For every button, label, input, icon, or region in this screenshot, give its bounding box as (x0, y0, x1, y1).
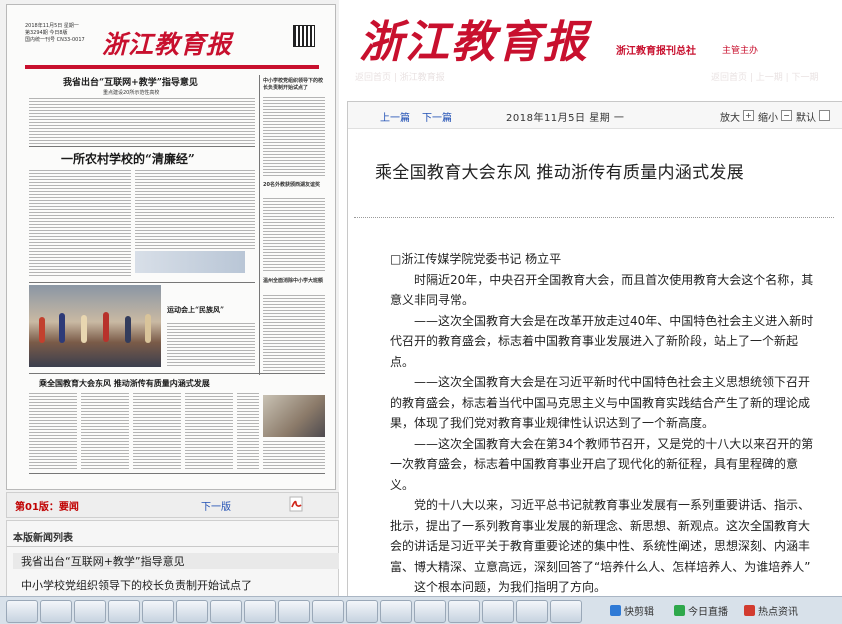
tray-label: 快剪辑 (624, 607, 654, 618)
column-rule (259, 75, 260, 375)
thumb-banner-image (135, 251, 245, 273)
taskbar-app-icon[interactable] (74, 600, 106, 623)
sponsor-label: 主管主办 (722, 46, 759, 56)
thumb-text-block (135, 170, 255, 250)
section-rule (29, 373, 325, 374)
issue-date: 2018年11月5日 星期 一 (506, 113, 625, 124)
nav-right-links[interactable]: 返回首页 | 上一期 | 下一期 (711, 70, 819, 83)
article-paragraph: 时隔近20年，中央召开全国教育大会，而且首次使用教育大会这个名称，其意义非同寻常… (390, 272, 814, 308)
newspaper-page-thumbnail[interactable]: 2018年11月5日 星期一 第3294期 今日8版 国内统一刊号 CN33-0… (6, 4, 336, 490)
publisher-name: 浙江教育报刊总社 (616, 46, 696, 57)
zoom-out-label[interactable]: 缩小 (758, 109, 778, 124)
article-toolbar: 上一篇 下一篇 2018年11月5日 星期 一 放大 + 缩小 − 默认 (348, 102, 842, 129)
thumb-text-block (29, 98, 255, 144)
taskbar-app-icon[interactable] (380, 600, 412, 623)
article-paragraph: ——这次全国教育大会在第34个教师节召开，又是党的十八大以来召开的第一次教育盛会… (390, 436, 814, 492)
windows-taskbar: 快剪辑 今日直播 热点资讯 (0, 596, 842, 624)
masthead-logo: 浙江教育报 (359, 17, 589, 68)
section-rule (29, 282, 255, 283)
article-paragraph: 这个根本问题，为我们指明了方向。 (414, 580, 607, 594)
article-paragraph: 党的十八大以来，习近平总书记就教育事业发展有一系列重要讲话、指示、批示，提出了一… (390, 498, 811, 574)
tray-label: 今日直播 (688, 607, 728, 618)
title-divider (354, 217, 834, 218)
thumb-text-block (185, 393, 233, 469)
page-news-list: 本版新闻列表 我省出台“互联网+教学”指导意见 中小学校党组织领导下的校长负责制… (6, 520, 339, 596)
thumb-text-block (237, 393, 259, 469)
zoom-reset-icon[interactable] (819, 110, 830, 121)
taskbar-app-icon[interactable] (108, 600, 140, 623)
taskbar-app-icon[interactable] (448, 600, 480, 623)
article-body: □浙江传媒学院党委书记 杨立平 时隔近20年，中央召开全国教育大会，而且首次使用… (390, 249, 816, 596)
prev-article-link[interactable]: 上一篇 (380, 109, 410, 124)
next-page-link[interactable]: 下一版 (201, 498, 231, 513)
taskbar-app-icon[interactable] (142, 600, 174, 623)
thumb-headline-bottom[interactable]: 乘全国教育大会东风 推动浙传有质量内涵式发展 (39, 378, 210, 389)
thumb-headline-rural[interactable]: 一所农村学校的“清廉经” (61, 150, 195, 167)
zoom-in-label[interactable]: 放大 (720, 109, 740, 124)
news-list-item[interactable]: 我省出台“互联网+教学”指导意见 (13, 553, 339, 569)
thumb-headline-side3[interactable]: 温州全面消除中小学大班额 (263, 277, 323, 284)
thumb-meta: 2018年11月5日 星期一 第3294期 今日8版 国内统一刊号 CN33-0… (25, 23, 85, 43)
thumb-headline-lead[interactable]: 我省出台“互联网+教学”指导意见 (63, 75, 198, 88)
nav-left-links[interactable]: 返回首页 | 浙江教育报 (355, 70, 445, 83)
zoom-reset-label[interactable]: 默认 (796, 109, 816, 124)
page-navigator: 第01版：要闻 下一版 (6, 492, 339, 518)
taskbar-app-icon[interactable] (346, 600, 378, 623)
section-rule (29, 146, 255, 147)
qr-code-icon (293, 25, 315, 47)
thumb-text-block (263, 97, 325, 177)
tray-label: 热点资讯 (758, 607, 798, 618)
thumb-text-block (133, 393, 181, 469)
taskbar-app-icon[interactable] (210, 600, 242, 623)
thumb-subhead-lead: 重点建设20所示范性高校 (103, 90, 160, 96)
taskbar-app-icon[interactable] (550, 600, 582, 623)
zoom-out-icon[interactable]: − (781, 110, 792, 121)
thumb-text-block (263, 198, 325, 273)
thumb-headline-sports[interactable]: 运动会上“民族风” (167, 305, 224, 315)
thumb-text-block (263, 295, 325, 371)
taskbar-app-icon[interactable] (278, 600, 310, 623)
top-nav-bar: 返回首页 | 浙江教育报 返回首页 | 上一期 | 下一期 (339, 66, 842, 86)
taskbar-app-icon[interactable] (482, 600, 514, 623)
news-icon (744, 605, 755, 616)
article-pane: 浙江教育报 浙江教育报刊总社 主管主办 返回首页 | 浙江教育报 返回首页 | … (339, 0, 842, 596)
divider (7, 546, 338, 547)
article-title: 乘全国教育大会东风 推动浙传有质量内涵式发展 (375, 163, 745, 183)
thumb-text-block (81, 393, 129, 469)
footer-rule (29, 473, 325, 474)
taskbar-app-icon[interactable] (6, 600, 38, 623)
taskbar-app-icon[interactable] (312, 600, 344, 623)
thumb-headline-side2[interactable]: 20名外教获颁西湖友谊奖 (263, 181, 323, 188)
thumb-text-block (263, 441, 325, 469)
thumb-headline-side1[interactable]: 中小学校党组织领导下的校长负责制开始试点了 (263, 77, 323, 91)
current-page-label: 第01版：要闻 (15, 502, 79, 513)
tray-hot-news[interactable]: 热点资讯 (744, 603, 798, 618)
pdf-icon[interactable] (289, 496, 304, 512)
news-list-item[interactable]: 中小学校党组织领导下的校长负责制开始试点了 (21, 577, 252, 593)
news-list-title: 本版新闻列表 (13, 533, 73, 544)
thumb-text-block (167, 323, 255, 367)
taskbar-app-icon[interactable] (244, 600, 276, 623)
zoom-in-icon[interactable]: + (743, 110, 754, 121)
thumb-masthead: 浙江教育报 (102, 30, 233, 59)
thumb-portrait-photo (263, 395, 325, 437)
taskbar-app-icon[interactable] (40, 600, 72, 623)
thumb-sports-photo[interactable] (29, 285, 161, 367)
next-article-link[interactable]: 下一篇 (422, 109, 452, 124)
left-pane: 2018年11月5日 星期一 第3294期 今日8版 国内统一刊号 CN33-0… (0, 0, 339, 596)
article-paragraph: ——这次全国教育大会是在习近平新时代中国特色社会主义思想统领下召开的教育盛会，标… (390, 375, 811, 430)
taskbar-app-icon[interactable] (516, 600, 548, 623)
thumb-text-block (29, 170, 131, 276)
taskbar-app-icon[interactable] (414, 600, 446, 623)
tray-quick-edit[interactable]: 快剪辑 (610, 603, 654, 618)
taskbar-app-icon[interactable] (176, 600, 208, 623)
scissors-icon (610, 605, 621, 616)
article-paragraph: ——这次全国教育大会是在改革开放走过40年、中国特色社会主义进入新时代召开的教育… (390, 313, 814, 369)
live-icon (674, 605, 685, 616)
article-author: □浙江传媒学院党委书记 杨立平 (390, 252, 562, 266)
tray-live[interactable]: 今日直播 (674, 603, 728, 618)
thumb-text-block (29, 393, 77, 469)
masthead-rule (25, 65, 319, 69)
